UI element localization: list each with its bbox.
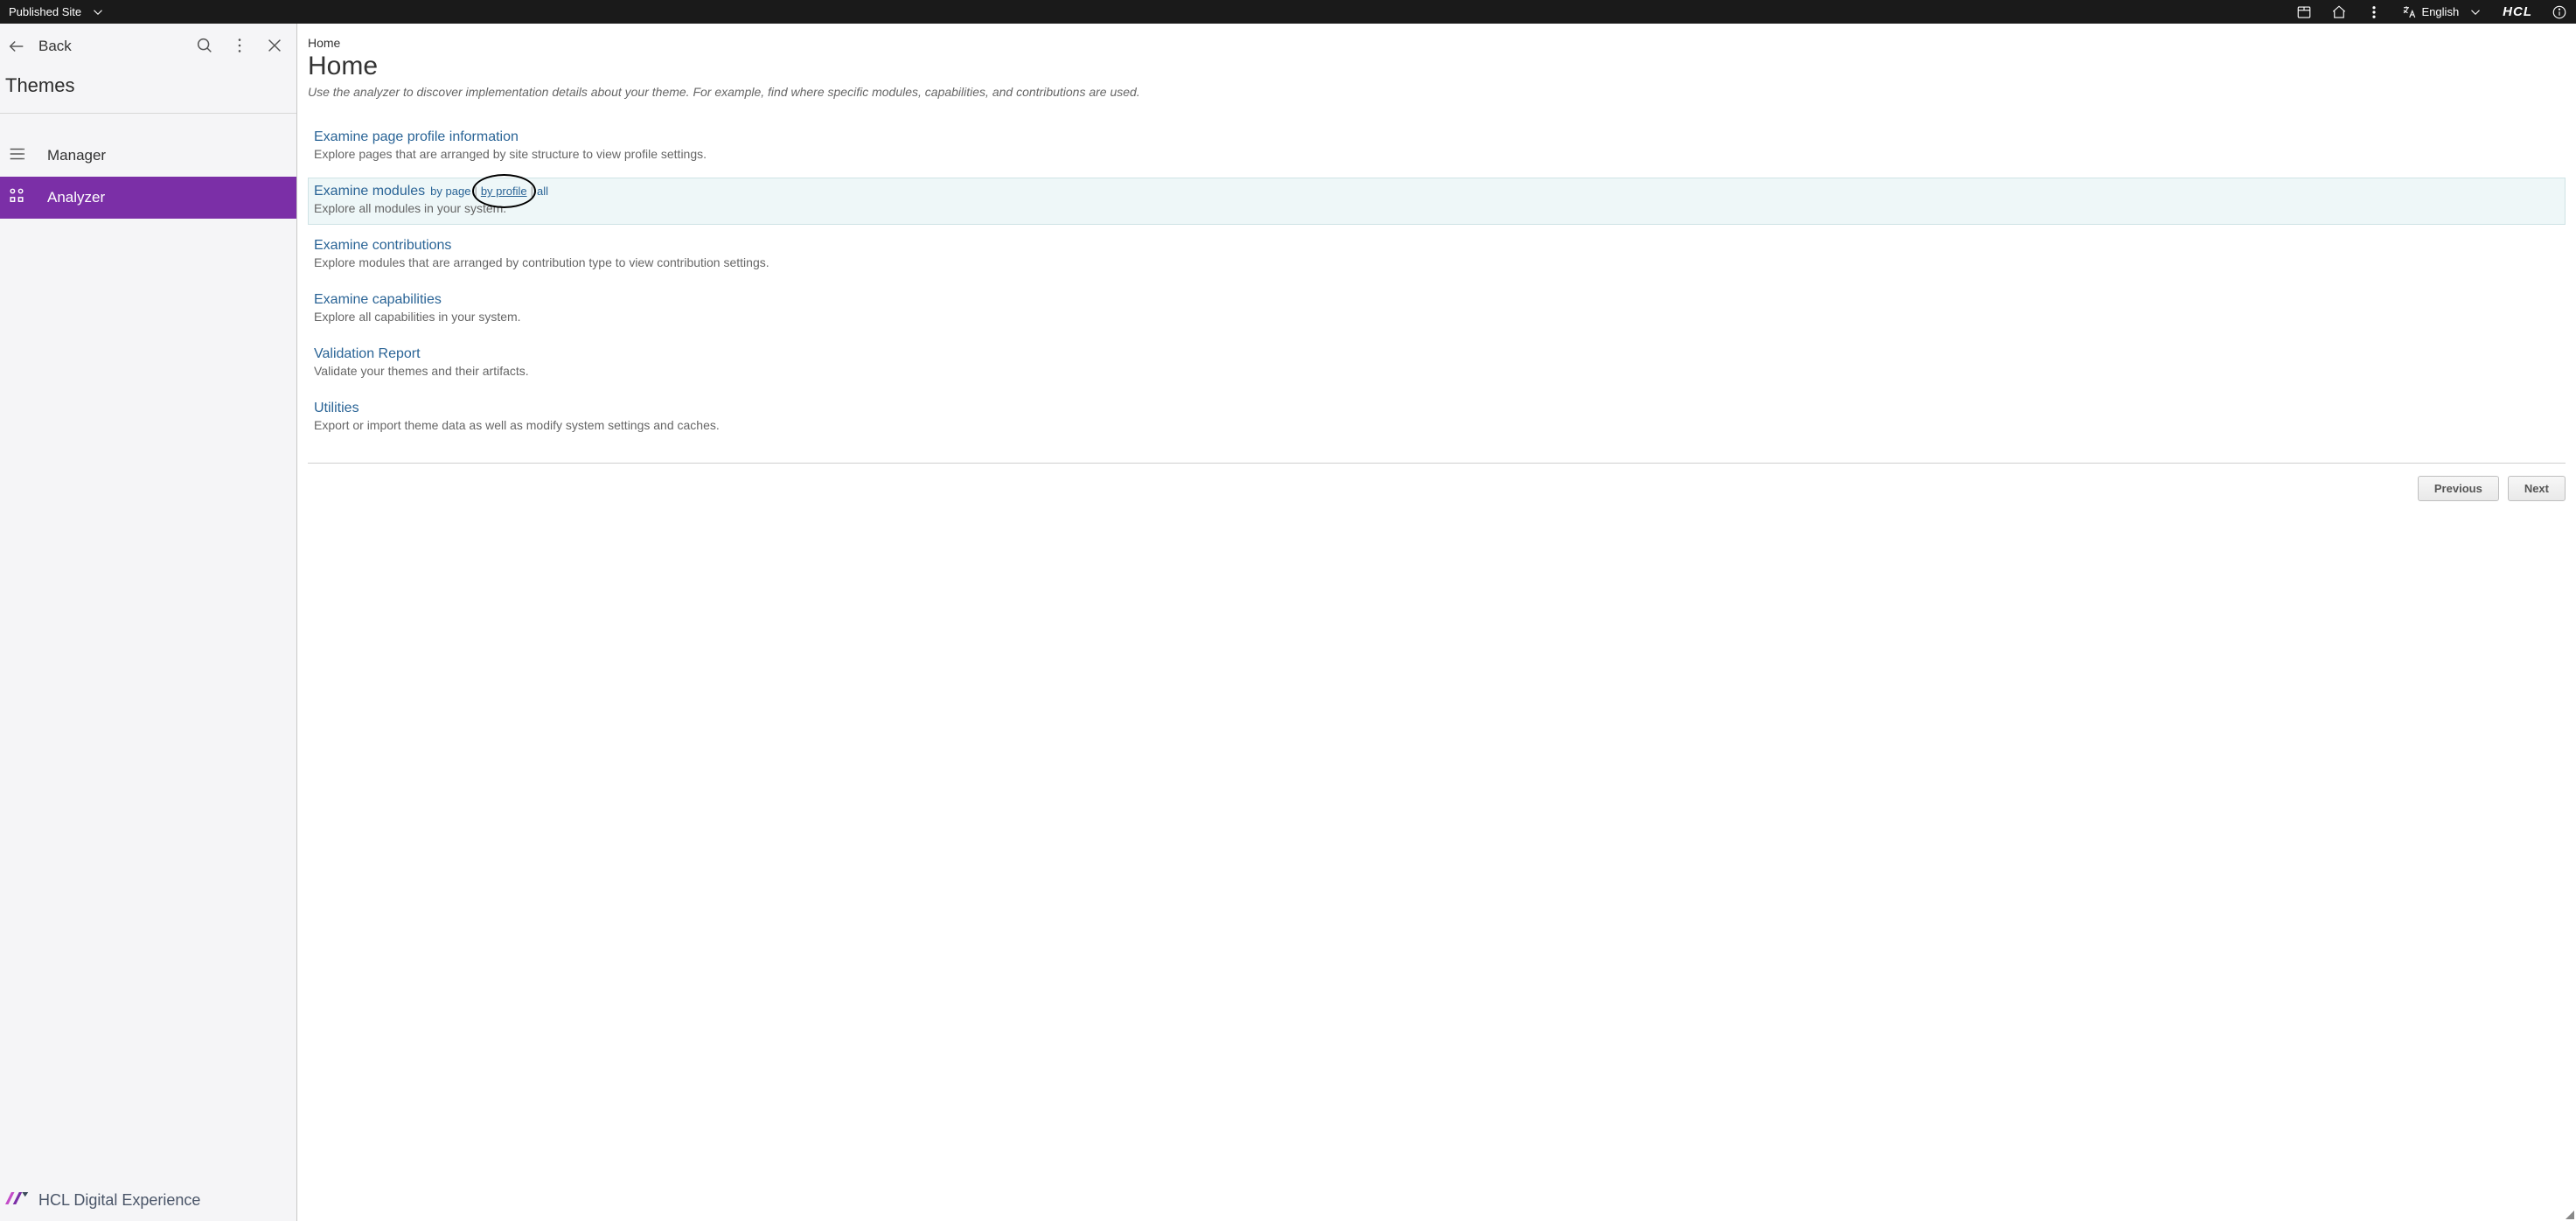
resize-grip[interactable] bbox=[2566, 1211, 2574, 1219]
brand-logo: HCL bbox=[2503, 4, 2532, 19]
kebab-icon[interactable] bbox=[2366, 4, 2382, 20]
section-title-link[interactable]: Examine page profile information bbox=[314, 129, 519, 144]
section-title-link[interactable]: Utilities bbox=[314, 401, 359, 415]
section-row: Examine contributions Explore modules tha… bbox=[308, 232, 2566, 279]
page-title: Home bbox=[308, 52, 2566, 81]
section-sublink[interactable]: by profile bbox=[481, 185, 527, 198]
section-desc: Export or import theme data as well as m… bbox=[314, 418, 2559, 432]
arrow-left-icon bbox=[7, 37, 26, 56]
panel-title: Themes bbox=[0, 69, 296, 114]
pager: Previous Next bbox=[308, 463, 2566, 501]
search-icon[interactable] bbox=[195, 36, 214, 58]
home-icon[interactable] bbox=[2331, 4, 2347, 20]
info-icon[interactable] bbox=[2552, 4, 2567, 20]
section-sublink[interactable]: all bbox=[537, 185, 548, 198]
site-switcher[interactable]: Published Site bbox=[9, 4, 106, 20]
side-panel: Back Themes Manager Analyzer bbox=[0, 24, 297, 1221]
section-title-link[interactable]: Examine contributions bbox=[314, 238, 451, 253]
page-subtitle: Use the analyzer to discover implementat… bbox=[308, 85, 2566, 99]
nav-list: Manager Analyzer bbox=[0, 135, 296, 219]
kebab-icon[interactable] bbox=[230, 36, 249, 58]
side-panel-header: Back bbox=[0, 24, 296, 69]
section-row: Utilities Export or import theme data as … bbox=[308, 394, 2566, 442]
section-row: Validation Report Validate your themes an… bbox=[308, 340, 2566, 387]
breadcrumb[interactable]: Home bbox=[308, 36, 2566, 50]
section-sublink[interactable]: by page bbox=[430, 185, 470, 198]
language-label: English bbox=[2422, 5, 2460, 18]
previous-button[interactable]: Previous bbox=[2418, 476, 2499, 501]
section-row: Examine capabilities Explore all capabili… bbox=[308, 286, 2566, 333]
separator: | bbox=[531, 185, 533, 198]
separator: | bbox=[474, 185, 477, 198]
section-desc: Explore all modules in your system. bbox=[314, 201, 2559, 215]
section-desc: Explore pages that are arranged by site … bbox=[314, 147, 2559, 161]
main-content: Home Home Use the analyzer to discover i… bbox=[297, 24, 2576, 1221]
analyzer-icon bbox=[7, 186, 26, 210]
pages-icon[interactable] bbox=[2296, 4, 2312, 20]
section-sublinks: by page | by profile | all bbox=[430, 185, 548, 198]
nav-item-label: Manager bbox=[47, 147, 106, 164]
language-switcher[interactable]: English bbox=[2401, 4, 2484, 20]
close-icon[interactable] bbox=[265, 36, 284, 58]
nav-item-analyzer[interactable]: Analyzer bbox=[0, 177, 296, 219]
section-row: Examine page profile information Explore … bbox=[308, 123, 2566, 171]
section-desc: Validate your themes and their artifacts… bbox=[314, 364, 2559, 378]
back-button[interactable]: Back bbox=[7, 37, 72, 56]
section-title-link[interactable]: Examine capabilities bbox=[314, 292, 442, 307]
caret-down-icon bbox=[2468, 4, 2483, 20]
section-row: Examine modules by page | by profile | all Exp… bbox=[308, 178, 2566, 225]
section-desc: Explore all capabilities in your system. bbox=[314, 310, 2559, 324]
section-desc: Explore modules that are arranged by con… bbox=[314, 255, 2559, 269]
site-label: Published Site bbox=[9, 5, 81, 18]
top-bar: Published Site English HCL bbox=[0, 0, 2576, 24]
next-button[interactable]: Next bbox=[2508, 476, 2566, 501]
side-panel-footer: HCL Digital Experience bbox=[0, 1179, 296, 1221]
nav-item-label: Analyzer bbox=[47, 189, 105, 206]
nav-item-manager[interactable]: Manager bbox=[0, 135, 296, 177]
back-label: Back bbox=[38, 38, 72, 55]
list-icon bbox=[7, 144, 26, 168]
product-name: HCL Digital Experience bbox=[38, 1191, 200, 1210]
product-logo-icon bbox=[5, 1188, 30, 1213]
section-title-link[interactable]: Validation Report bbox=[314, 346, 421, 361]
section-title-link[interactable]: Examine modules bbox=[314, 184, 425, 199]
caret-down-icon bbox=[90, 4, 106, 20]
translate-icon bbox=[2401, 4, 2417, 20]
